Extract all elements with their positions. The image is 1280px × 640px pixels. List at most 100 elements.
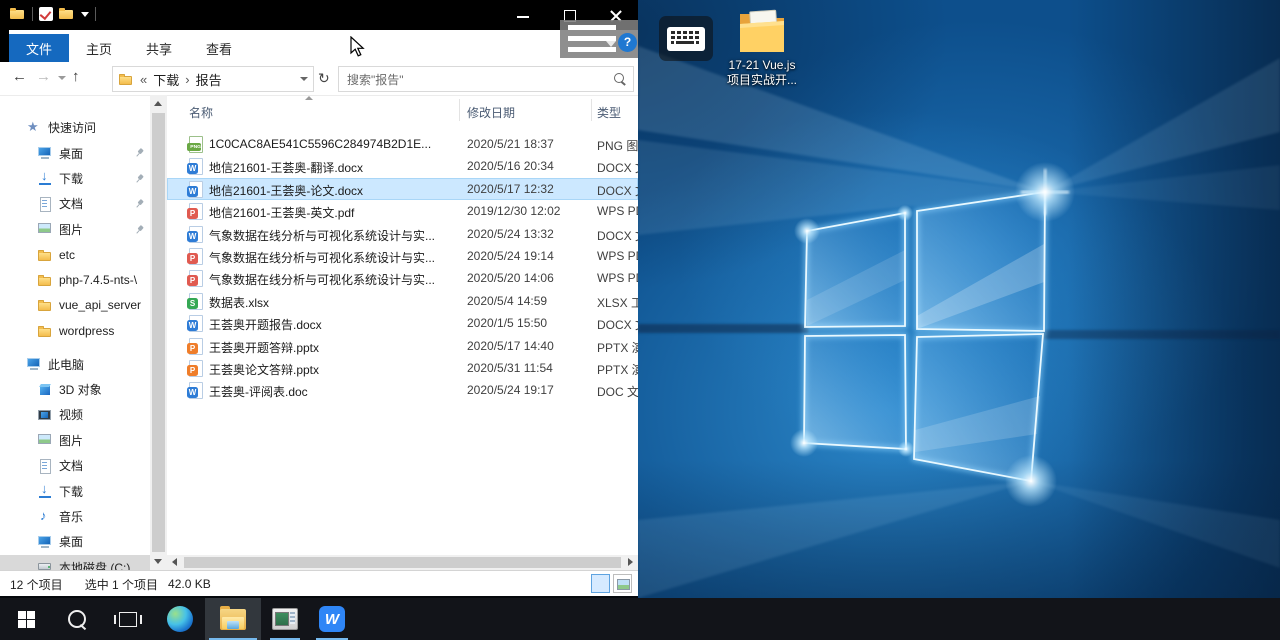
- sidebar-item[interactable]: 音乐: [0, 504, 150, 529]
- file-row[interactable]: 气象数据在线分析与可视化系统设计与实...2020/5/24 19:14WPS …: [167, 245, 638, 267]
- file-row[interactable]: 王荟奥-评阅表.doc2020/5/24 19:17DOC 文: [167, 379, 638, 401]
- file-type: PNG 图: [597, 137, 638, 154]
- thumbnail-view-icon[interactable]: [613, 574, 632, 593]
- back-button[interactable]: ←: [12, 68, 27, 85]
- scroll-up-icon[interactable]: [154, 101, 162, 106]
- search-input[interactable]: 搜索"报告": [338, 66, 634, 92]
- column-header-name[interactable]: 名称: [189, 104, 213, 121]
- sidebar-item[interactable]: 此电脑: [0, 352, 150, 377]
- file-type: DOCX 文: [597, 159, 638, 176]
- up-button[interactable]: ↑: [72, 68, 80, 85]
- expand-ribbon-icon[interactable]: [606, 41, 616, 47]
- forward-button[interactable]: →: [36, 68, 51, 85]
- file-row[interactable]: 气象数据在线分析与可视化系统设计与实...2020/5/24 13:32DOCX…: [167, 223, 638, 245]
- refresh-icon[interactable]: ↻: [318, 70, 330, 87]
- sidebar-item[interactable]: 视频: [0, 402, 150, 427]
- scroll-right-icon[interactable]: [628, 558, 633, 566]
- ribbon-tab-4[interactable]: 查看: [189, 34, 249, 62]
- sidebar-item[interactable]: 本地磁盘 (C:): [0, 555, 150, 570]
- column-separator[interactable]: [591, 99, 592, 121]
- keyboard-icon[interactable]: [659, 16, 713, 61]
- sidebar-item[interactable]: 下载: [0, 478, 150, 503]
- file-row[interactable]: 王荟奥开题答辩.pptx2020/5/17 14:40PPTX 演: [167, 335, 638, 357]
- recent-locations-icon[interactable]: [58, 76, 66, 80]
- address-dropdown-icon[interactable]: [295, 77, 313, 81]
- file-date: 2020/5/20 14:06: [467, 271, 591, 285]
- scrollbar-thumb[interactable]: [184, 557, 621, 568]
- sidebar-item-label: 快速访问: [48, 119, 96, 136]
- file-explorer-taskbar-button[interactable]: [205, 598, 261, 640]
- sidebar-item[interactable]: 图片: [0, 428, 150, 453]
- pdf-file-icon: [187, 270, 203, 286]
- address-bar[interactable]: « 下载 › 报告: [112, 66, 314, 92]
- start-button[interactable]: [8, 598, 44, 640]
- breadcrumb-segment[interactable]: 报告: [196, 70, 222, 89]
- sidebar-item[interactable]: 图片: [0, 217, 150, 242]
- ribbon-tab-1[interactable]: 文件: [9, 34, 69, 62]
- app-window-taskbar-button[interactable]: [266, 598, 304, 640]
- column-header-type[interactable]: 类型: [597, 104, 621, 121]
- file-row[interactable]: 地信21601-王荟奥-论文.docx2020/5/17 12:32DOCX 文: [167, 178, 638, 200]
- document-icon: [37, 196, 53, 212]
- details-view-icon[interactable]: [591, 574, 610, 593]
- file-row[interactable]: 1C0CAC8AE541C5596C284974B2D1E...2020/5/2…: [167, 133, 638, 155]
- sidebar-scrollbar[interactable]: [150, 95, 167, 570]
- star-icon: [26, 120, 42, 136]
- file-type: PPTX 演: [597, 361, 638, 378]
- sidebar-item[interactable]: php-7.4.5-nts-\: [0, 267, 150, 292]
- task-view-icon: [119, 612, 137, 627]
- file-date: 2020/5/16 20:34: [467, 159, 591, 173]
- search-button[interactable]: [58, 598, 96, 640]
- sidebar-item[interactable]: 快速访问: [0, 115, 150, 140]
- file-row[interactable]: 地信21601-王荟奥-英文.pdf2019/12/30 12:02WPS PD: [167, 200, 638, 222]
- sidebar-item-label: 文档: [59, 457, 83, 474]
- file-row[interactable]: 王荟奥论文答辩.pptx2020/5/31 11:54PPTX 演: [167, 357, 638, 379]
- desktop-icon-vue-folder[interactable]: 17-21 Vue.js 项目实战开...: [706, 8, 818, 88]
- file-rows: 1C0CAC8AE541C5596C284974B2D1E... 2020/5/2…: [167, 127, 638, 402]
- folder-icon[interactable]: [10, 7, 26, 21]
- file-date: 2020/5/24 13:32: [467, 227, 591, 241]
- column-separator[interactable]: [459, 99, 460, 121]
- sidebar-item[interactable]: etc: [0, 242, 150, 267]
- sidebar-item[interactable]: 下载: [0, 166, 150, 191]
- sidebar-item[interactable]: 桌面: [0, 140, 150, 165]
- edge-taskbar-button[interactable]: [160, 598, 200, 640]
- sidebar-item[interactable]: 3D 对象: [0, 377, 150, 402]
- selection-count: 选中 1 个项目: [85, 576, 158, 593]
- breadcrumb-collapsed[interactable]: «: [140, 72, 147, 87]
- checkmark-icon[interactable]: [39, 7, 53, 21]
- file-name: 1C0CAC8AE541C5596C284974B2D1E...: [209, 137, 459, 151]
- file-row[interactable]: 地信21601-王荟奥-翻译.docx2020/5/16 20:34DOCX 文: [167, 155, 638, 177]
- file-row[interactable]: 王荟奥开题报告.docx2020/1/5 15:50DOCX 文: [167, 312, 638, 334]
- sidebar-item[interactable]: wordpress: [0, 318, 150, 343]
- task-view-button[interactable]: [108, 598, 148, 640]
- sidebar-item[interactable]: vue_api_server: [0, 293, 150, 318]
- folder-icon: [734, 8, 790, 56]
- sidebar-item[interactable]: 文档: [0, 453, 150, 478]
- sidebar-item[interactable]: 文档: [0, 191, 150, 216]
- breadcrumb-segment[interactable]: 下载: [153, 70, 179, 89]
- folder-icon: [37, 297, 53, 313]
- status-bar: 12 个项目 选中 1 个项目 42.0 KB: [0, 570, 638, 596]
- minimize-button[interactable]: [500, 0, 546, 30]
- sidebar-item-label: wordpress: [59, 324, 114, 338]
- scroll-left-icon[interactable]: [172, 558, 177, 566]
- file-date: 2020/5/24 19:17: [467, 383, 591, 397]
- sidebar-item-label: php-7.4.5-nts-\: [59, 273, 137, 287]
- folder-icon[interactable]: [59, 7, 75, 21]
- ribbon-tab-3[interactable]: 共享: [129, 34, 189, 62]
- wps-taskbar-button[interactable]: W: [312, 598, 352, 640]
- scroll-down-icon[interactable]: [154, 559, 162, 564]
- horizontal-scrollbar[interactable]: [167, 555, 638, 570]
- help-button[interactable]: ?: [618, 33, 637, 52]
- pdf-file-icon: [187, 248, 203, 264]
- file-date: 2020/5/17 12:32: [467, 182, 591, 196]
- scrollbar-thumb[interactable]: [152, 113, 165, 552]
- wallpaper: [638, 0, 1280, 598]
- column-header-date[interactable]: 修改日期: [467, 104, 515, 121]
- file-row[interactable]: 气象数据在线分析与可视化系统设计与实...2020/5/20 14:06WPS …: [167, 267, 638, 289]
- file-row[interactable]: 数据表.xlsx2020/5/4 14:59XLSX 工: [167, 290, 638, 312]
- chevron-down-icon[interactable]: [81, 12, 89, 17]
- sidebar-item[interactable]: 桌面: [0, 529, 150, 554]
- ribbon-tab-2[interactable]: 主页: [69, 34, 129, 62]
